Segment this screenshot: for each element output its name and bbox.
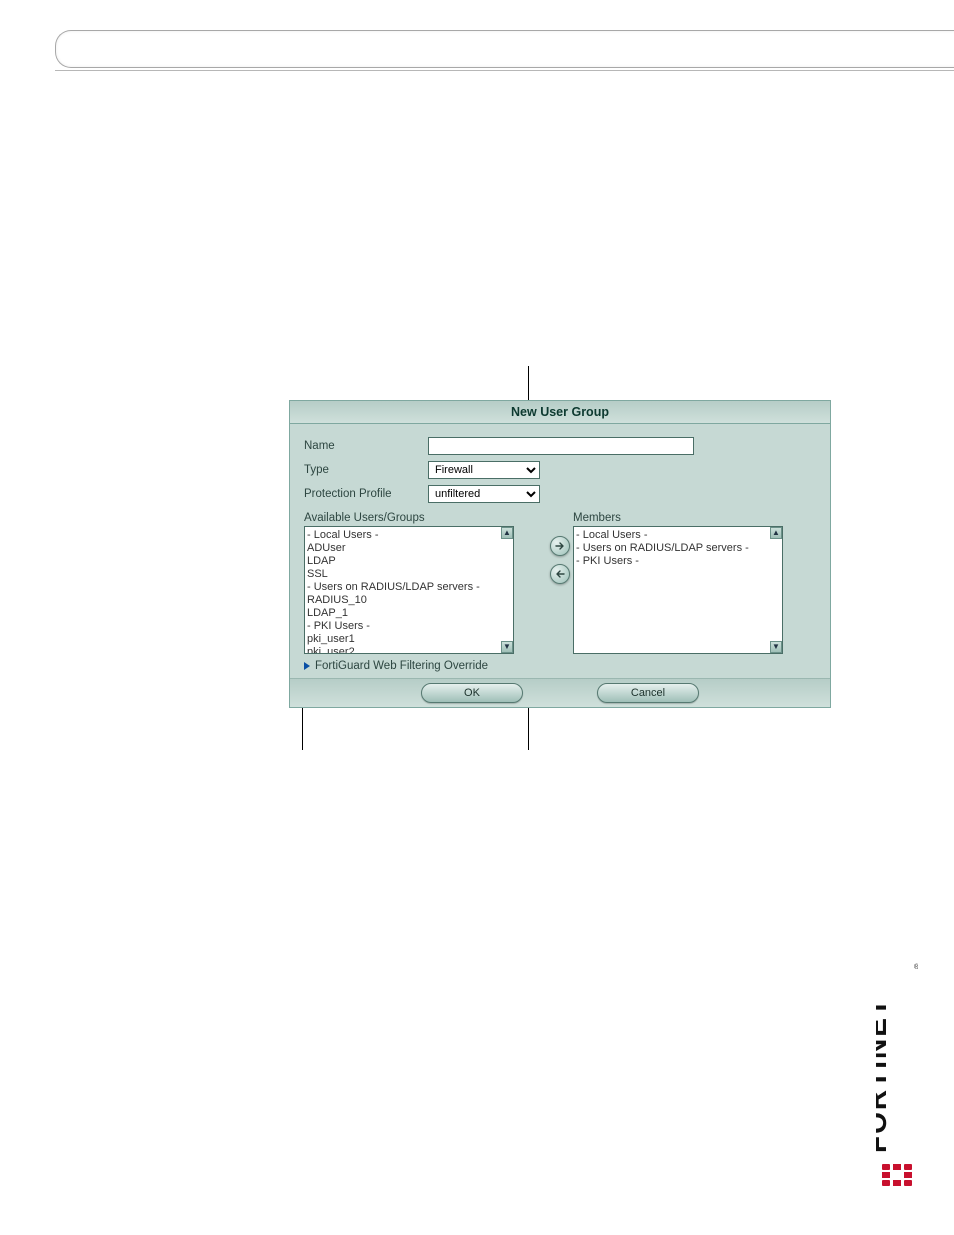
type-label: Type: [304, 464, 428, 476]
scroll-down-icon[interactable]: ▼: [770, 641, 782, 653]
svg-text:FORTINET: FORTINET: [876, 997, 892, 1153]
list-item[interactable]: - Users on RADIUS/LDAP servers -: [576, 542, 780, 555]
members-listbox[interactable]: - Local Users - - Users on RADIUS/LDAP s…: [573, 526, 783, 654]
ok-button-label: OK: [464, 687, 480, 699]
list-item[interactable]: pki_user2: [307, 646, 511, 654]
scroll-up-icon[interactable]: ▲: [501, 527, 513, 539]
new-user-group-dialog: New User Group Name Type Firewall Protec…: [289, 400, 831, 708]
dialog-title: New User Group: [290, 401, 830, 424]
list-item[interactable]: LDAP_1: [307, 607, 511, 620]
expand-right-icon: [304, 662, 310, 670]
fortiguard-override-toggle[interactable]: FortiGuard Web Filtering Override: [304, 660, 816, 672]
cancel-button-label: Cancel: [631, 687, 665, 699]
list-item[interactable]: - PKI Users -: [576, 555, 780, 568]
members-label: Members: [573, 512, 816, 524]
list-item[interactable]: - Local Users -: [576, 529, 780, 542]
arrow-right-icon: [555, 541, 565, 551]
available-listbox[interactable]: - Local Users - ADUser LDAP SSL - Users …: [304, 526, 514, 654]
scroll-down-icon[interactable]: ▼: [501, 641, 513, 653]
name-field[interactable]: [428, 437, 694, 455]
list-item[interactable]: ADUser: [307, 542, 511, 555]
dialog-body: Name Type Firewall Protection Profile un…: [290, 424, 830, 678]
list-item[interactable]: RADIUS_10: [307, 594, 511, 607]
ok-button[interactable]: OK: [421, 683, 523, 703]
profile-select[interactable]: unfiltered: [428, 485, 540, 503]
fortinet-logo: FORTINET ®: [876, 959, 918, 1189]
header-rule: [55, 70, 954, 71]
svg-text:®: ®: [914, 963, 918, 971]
dialog-button-bar: OK Cancel: [290, 678, 830, 707]
override-label: FortiGuard Web Filtering Override: [315, 660, 488, 672]
cancel-button[interactable]: Cancel: [597, 683, 699, 703]
available-label: Available Users/Groups: [304, 512, 547, 524]
add-member-button[interactable]: [550, 536, 570, 556]
list-item[interactable]: SSL: [307, 568, 511, 581]
type-select[interactable]: Firewall: [428, 461, 540, 479]
arrow-left-icon: [555, 569, 565, 579]
scroll-up-icon[interactable]: ▲: [770, 527, 782, 539]
profile-label: Protection Profile: [304, 488, 428, 500]
list-item[interactable]: LDAP: [307, 555, 511, 568]
list-item[interactable]: - Users on RADIUS/LDAP servers -: [307, 581, 511, 594]
remove-member-button[interactable]: [550, 564, 570, 584]
list-item[interactable]: - PKI Users -: [307, 620, 511, 633]
name-label: Name: [304, 440, 428, 452]
list-item[interactable]: - Local Users -: [307, 529, 511, 542]
header-band: [55, 30, 954, 68]
list-item[interactable]: pki_user1: [307, 633, 511, 646]
